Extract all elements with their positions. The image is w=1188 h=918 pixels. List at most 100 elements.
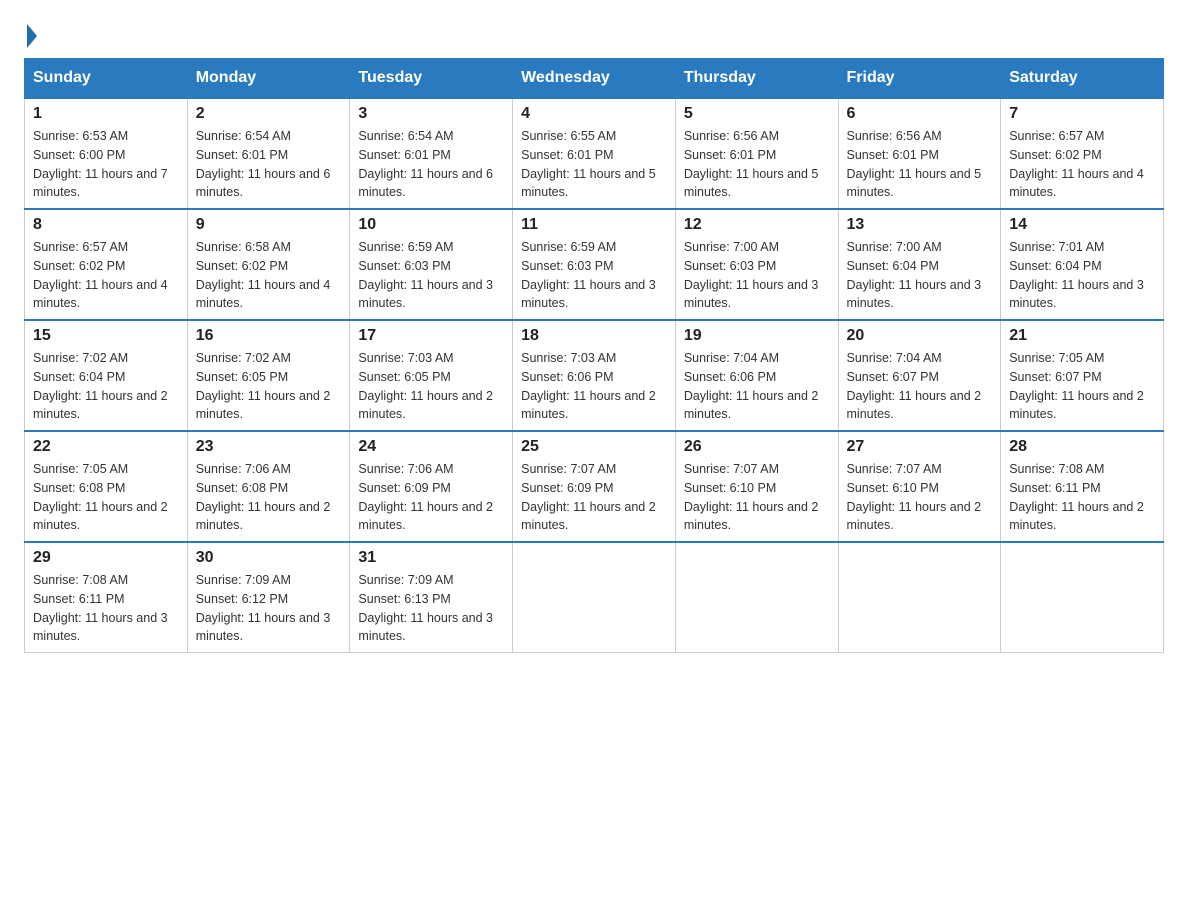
calendar-cell: 21 Sunrise: 7:05 AMSunset: 6:07 PMDaylig… <box>1001 320 1164 431</box>
day-number: 27 <box>847 438 993 456</box>
day-number: 21 <box>1009 327 1155 345</box>
day-number: 8 <box>33 216 179 234</box>
logo-triangle-icon <box>27 24 37 48</box>
day-number: 4 <box>521 105 667 123</box>
weekday-header-thursday: Thursday <box>675 59 838 99</box>
calendar-cell <box>1001 542 1164 653</box>
calendar-week-row: 1 Sunrise: 6:53 AMSunset: 6:00 PMDayligh… <box>25 98 1164 209</box>
calendar-cell: 28 Sunrise: 7:08 AMSunset: 6:11 PMDaylig… <box>1001 431 1164 542</box>
day-number: 24 <box>358 438 504 456</box>
weekday-header-wednesday: Wednesday <box>513 59 676 99</box>
calendar-cell <box>675 542 838 653</box>
calendar-cell: 25 Sunrise: 7:07 AMSunset: 6:09 PMDaylig… <box>513 431 676 542</box>
calendar-week-row: 15 Sunrise: 7:02 AMSunset: 6:04 PMDaylig… <box>25 320 1164 431</box>
day-number: 6 <box>847 105 993 123</box>
day-info: Sunrise: 7:05 AMSunset: 6:07 PMDaylight:… <box>1009 349 1155 424</box>
day-number: 10 <box>358 216 504 234</box>
calendar-table: SundayMondayTuesdayWednesdayThursdayFrid… <box>24 58 1164 653</box>
day-info: Sunrise: 6:54 AMSunset: 6:01 PMDaylight:… <box>358 127 504 202</box>
day-number: 7 <box>1009 105 1155 123</box>
day-number: 12 <box>684 216 830 234</box>
day-info: Sunrise: 7:03 AMSunset: 6:05 PMDaylight:… <box>358 349 504 424</box>
calendar-cell: 23 Sunrise: 7:06 AMSunset: 6:08 PMDaylig… <box>187 431 350 542</box>
weekday-header-saturday: Saturday <box>1001 59 1164 99</box>
calendar-cell: 26 Sunrise: 7:07 AMSunset: 6:10 PMDaylig… <box>675 431 838 542</box>
calendar-week-row: 29 Sunrise: 7:08 AMSunset: 6:11 PMDaylig… <box>25 542 1164 653</box>
day-number: 14 <box>1009 216 1155 234</box>
calendar-cell: 10 Sunrise: 6:59 AMSunset: 6:03 PMDaylig… <box>350 209 513 320</box>
day-info: Sunrise: 7:06 AMSunset: 6:09 PMDaylight:… <box>358 460 504 535</box>
day-info: Sunrise: 7:07 AMSunset: 6:09 PMDaylight:… <box>521 460 667 535</box>
day-number: 11 <box>521 216 667 234</box>
day-info: Sunrise: 7:08 AMSunset: 6:11 PMDaylight:… <box>33 571 179 646</box>
day-info: Sunrise: 7:09 AMSunset: 6:13 PMDaylight:… <box>358 571 504 646</box>
calendar-cell: 19 Sunrise: 7:04 AMSunset: 6:06 PMDaylig… <box>675 320 838 431</box>
day-info: Sunrise: 7:00 AMSunset: 6:03 PMDaylight:… <box>684 238 830 313</box>
calendar-cell: 16 Sunrise: 7:02 AMSunset: 6:05 PMDaylig… <box>187 320 350 431</box>
calendar-cell: 30 Sunrise: 7:09 AMSunset: 6:12 PMDaylig… <box>187 542 350 653</box>
day-number: 20 <box>847 327 993 345</box>
day-info: Sunrise: 7:09 AMSunset: 6:12 PMDaylight:… <box>196 571 342 646</box>
page-header <box>24 24 1164 48</box>
day-number: 16 <box>196 327 342 345</box>
calendar-cell <box>838 542 1001 653</box>
day-info: Sunrise: 7:01 AMSunset: 6:04 PMDaylight:… <box>1009 238 1155 313</box>
calendar-cell: 4 Sunrise: 6:55 AMSunset: 6:01 PMDayligh… <box>513 98 676 209</box>
weekday-header-monday: Monday <box>187 59 350 99</box>
day-info: Sunrise: 6:57 AMSunset: 6:02 PMDaylight:… <box>1009 127 1155 202</box>
day-number: 19 <box>684 327 830 345</box>
weekday-header-tuesday: Tuesday <box>350 59 513 99</box>
day-info: Sunrise: 7:02 AMSunset: 6:04 PMDaylight:… <box>33 349 179 424</box>
day-info: Sunrise: 7:05 AMSunset: 6:08 PMDaylight:… <box>33 460 179 535</box>
weekday-header-friday: Friday <box>838 59 1001 99</box>
day-number: 18 <box>521 327 667 345</box>
day-info: Sunrise: 7:03 AMSunset: 6:06 PMDaylight:… <box>521 349 667 424</box>
day-number: 31 <box>358 549 504 567</box>
calendar-cell: 24 Sunrise: 7:06 AMSunset: 6:09 PMDaylig… <box>350 431 513 542</box>
day-number: 22 <box>33 438 179 456</box>
calendar-cell: 17 Sunrise: 7:03 AMSunset: 6:05 PMDaylig… <box>350 320 513 431</box>
day-info: Sunrise: 6:55 AMSunset: 6:01 PMDaylight:… <box>521 127 667 202</box>
day-info: Sunrise: 6:56 AMSunset: 6:01 PMDaylight:… <box>847 127 993 202</box>
day-number: 17 <box>358 327 504 345</box>
weekday-header-sunday: Sunday <box>25 59 188 99</box>
day-info: Sunrise: 6:53 AMSunset: 6:00 PMDaylight:… <box>33 127 179 202</box>
day-number: 9 <box>196 216 342 234</box>
calendar-cell: 13 Sunrise: 7:00 AMSunset: 6:04 PMDaylig… <box>838 209 1001 320</box>
day-number: 15 <box>33 327 179 345</box>
calendar-cell: 29 Sunrise: 7:08 AMSunset: 6:11 PMDaylig… <box>25 542 188 653</box>
day-info: Sunrise: 6:59 AMSunset: 6:03 PMDaylight:… <box>521 238 667 313</box>
calendar-cell: 2 Sunrise: 6:54 AMSunset: 6:01 PMDayligh… <box>187 98 350 209</box>
day-number: 13 <box>847 216 993 234</box>
calendar-cell: 14 Sunrise: 7:01 AMSunset: 6:04 PMDaylig… <box>1001 209 1164 320</box>
day-info: Sunrise: 6:58 AMSunset: 6:02 PMDaylight:… <box>196 238 342 313</box>
day-info: Sunrise: 7:02 AMSunset: 6:05 PMDaylight:… <box>196 349 342 424</box>
calendar-cell: 5 Sunrise: 6:56 AMSunset: 6:01 PMDayligh… <box>675 98 838 209</box>
day-info: Sunrise: 7:06 AMSunset: 6:08 PMDaylight:… <box>196 460 342 535</box>
calendar-cell: 12 Sunrise: 7:00 AMSunset: 6:03 PMDaylig… <box>675 209 838 320</box>
day-info: Sunrise: 6:59 AMSunset: 6:03 PMDaylight:… <box>358 238 504 313</box>
day-info: Sunrise: 7:04 AMSunset: 6:07 PMDaylight:… <box>847 349 993 424</box>
day-number: 28 <box>1009 438 1155 456</box>
day-number: 26 <box>684 438 830 456</box>
day-info: Sunrise: 6:57 AMSunset: 6:02 PMDaylight:… <box>33 238 179 313</box>
calendar-cell: 31 Sunrise: 7:09 AMSunset: 6:13 PMDaylig… <box>350 542 513 653</box>
calendar-cell: 9 Sunrise: 6:58 AMSunset: 6:02 PMDayligh… <box>187 209 350 320</box>
calendar-cell: 18 Sunrise: 7:03 AMSunset: 6:06 PMDaylig… <box>513 320 676 431</box>
calendar-cell: 27 Sunrise: 7:07 AMSunset: 6:10 PMDaylig… <box>838 431 1001 542</box>
day-number: 30 <box>196 549 342 567</box>
calendar-cell: 15 Sunrise: 7:02 AMSunset: 6:04 PMDaylig… <box>25 320 188 431</box>
day-number: 3 <box>358 105 504 123</box>
calendar-cell: 7 Sunrise: 6:57 AMSunset: 6:02 PMDayligh… <box>1001 98 1164 209</box>
day-number: 23 <box>196 438 342 456</box>
day-number: 29 <box>33 549 179 567</box>
day-info: Sunrise: 7:04 AMSunset: 6:06 PMDaylight:… <box>684 349 830 424</box>
day-number: 5 <box>684 105 830 123</box>
calendar-week-row: 22 Sunrise: 7:05 AMSunset: 6:08 PMDaylig… <box>25 431 1164 542</box>
day-info: Sunrise: 7:00 AMSunset: 6:04 PMDaylight:… <box>847 238 993 313</box>
calendar-cell: 11 Sunrise: 6:59 AMSunset: 6:03 PMDaylig… <box>513 209 676 320</box>
calendar-cell: 8 Sunrise: 6:57 AMSunset: 6:02 PMDayligh… <box>25 209 188 320</box>
calendar-cell: 6 Sunrise: 6:56 AMSunset: 6:01 PMDayligh… <box>838 98 1001 209</box>
day-number: 1 <box>33 105 179 123</box>
logo <box>24 24 37 48</box>
